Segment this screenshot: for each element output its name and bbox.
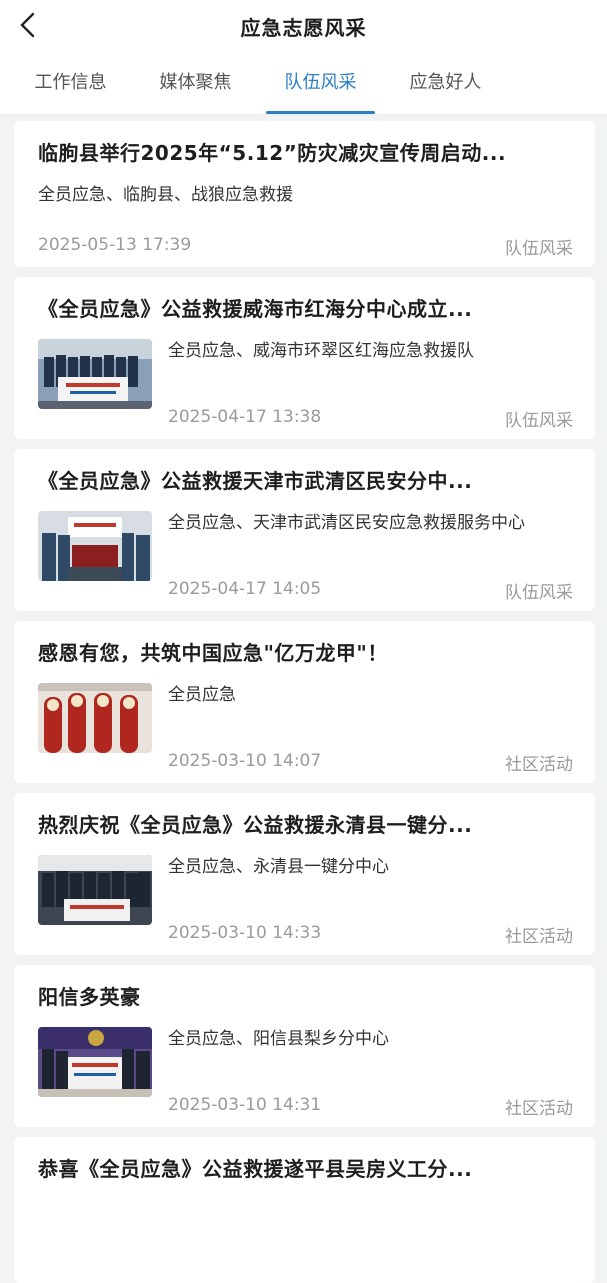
article-category: 队伍风采 — [505, 583, 573, 603]
tab-work-info[interactable]: 工作信息 — [8, 54, 133, 114]
article-thumbnail — [38, 1027, 152, 1097]
article-category: 社区活动 — [505, 1099, 573, 1119]
page-title: 应急志愿风采 — [240, 16, 367, 40]
article-title: 《全员应急》公益救援天津市武清区民安分中... — [38, 469, 473, 493]
article-title: 阳信多英豪 — [38, 985, 141, 1009]
article-title: 恭喜《全员应急》公益救援遂平县吴房义工分... — [38, 1157, 473, 1181]
article-thumbnail — [38, 855, 152, 925]
article-card[interactable]: 《全员应急》公益救援威海市红海分中心成立... 全员应急、威海市环翠区红海应急救… — [14, 277, 595, 439]
article-category: 社区活动 — [505, 755, 573, 775]
article-thumbnail — [38, 339, 152, 409]
article-date: 2025-05-13 17:39 — [38, 235, 192, 255]
article-title: 《全员应急》公益救援威海市红海分中心成立... — [38, 297, 473, 321]
article-title: 感恩有您，共筑中国应急"亿万龙甲"！ — [38, 641, 388, 665]
article-category: 队伍风采 — [505, 411, 573, 431]
article-date: 2025-03-10 14:33 — [168, 923, 322, 943]
top-bar: 应急志愿风采 — [0, 0, 607, 54]
article-tags: 全员应急、威海市环翠区红海应急救援队 — [168, 341, 474, 361]
article-card[interactable]: 感恩有您，共筑中国应急"亿万龙甲"！ 全员应急 2025-03-10 14:07… — [14, 621, 595, 783]
article-date: 2025-04-17 13:38 — [168, 407, 322, 427]
tab-media-focus[interactable]: 媒体聚焦 — [133, 54, 258, 114]
article-thumbnail — [38, 683, 152, 753]
article-tags: 全员应急、永清县一键分中心 — [168, 857, 389, 877]
article-title: 热烈庆祝《全员应急》公益救援永清县一键分... — [38, 813, 473, 837]
article-tags: 全员应急、天津市武清区民安应急救援服务中心 — [168, 513, 525, 533]
tab-good-people[interactable]: 应急好人 — [383, 54, 508, 114]
article-title: 临朐县举行2025年“5.12”防灾减灾宣传周启动... — [38, 141, 507, 165]
article-category: 社区活动 — [505, 927, 573, 947]
article-date: 2025-03-10 14:31 — [168, 1095, 322, 1115]
article-tags: 全员应急、临朐县、战狼应急救援 — [38, 185, 293, 205]
article-list: 临朐县举行2025年“5.12”防灾减灾宣传周启动... 全员应急、临朐县、战狼… — [0, 115, 607, 1283]
tab-team-style[interactable]: 队伍风采 — [258, 54, 383, 114]
article-card[interactable]: 热烈庆祝《全员应急》公益救援永清县一键分... 全员应急、永清县一键分中心 20… — [14, 793, 595, 955]
tab-bar: 工作信息 媒体聚焦 队伍风采 应急好人 — [0, 54, 607, 115]
article-category: 队伍风采 — [505, 239, 573, 259]
article-thumbnail — [38, 511, 152, 581]
article-date: 2025-03-10 14:07 — [168, 751, 322, 771]
article-card[interactable]: 临朐县举行2025年“5.12”防灾减灾宣传周启动... 全员应急、临朐县、战狼… — [14, 121, 595, 267]
article-card[interactable]: 恭喜《全员应急》公益救援遂平县吴房义工分... — [14, 1137, 595, 1283]
article-card[interactable]: 《全员应急》公益救援天津市武清区民安分中... 全员应急、天津市武清区民安应急救… — [14, 449, 595, 611]
article-tags: 全员应急、阳信县梨乡分中心 — [168, 1029, 389, 1049]
article-tags: 全员应急 — [168, 685, 236, 705]
article-date: 2025-04-17 14:05 — [168, 579, 322, 599]
article-card[interactable]: 阳信多英豪 全员应急、阳信县梨乡分中心 2025-03-10 14:31 社区活… — [14, 965, 595, 1127]
